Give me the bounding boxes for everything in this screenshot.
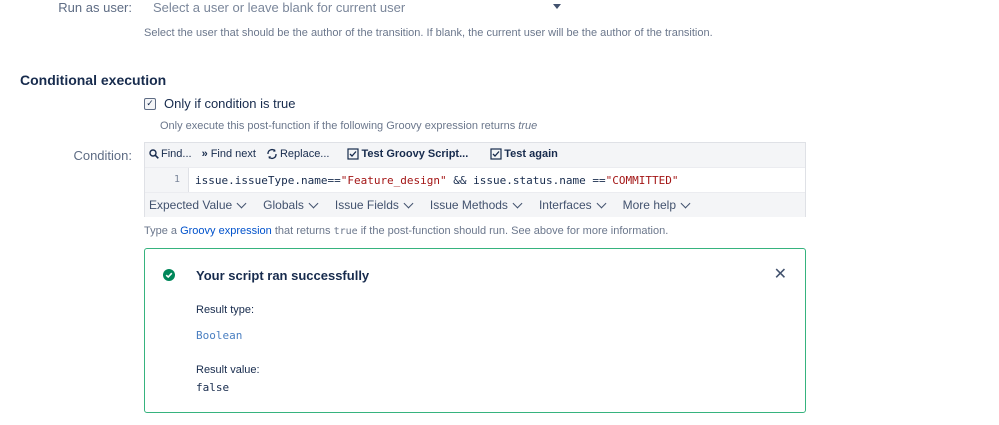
run-as-user-help: Select the user that should be the autho… bbox=[144, 27, 713, 39]
menu-label: Globals bbox=[263, 198, 304, 212]
run-as-user-placeholder: Select a user or leave blank for current… bbox=[153, 0, 406, 15]
menu-expected-value[interactable]: Expected Value bbox=[149, 198, 247, 212]
find-label: Find... bbox=[161, 148, 192, 160]
result-title: Your script ran successfully bbox=[196, 268, 370, 283]
result-type-label: Result type: bbox=[196, 304, 255, 316]
menu-label: Issue Methods bbox=[429, 198, 508, 212]
chevron-down-icon[interactable] bbox=[553, 4, 561, 9]
condition-help-text: Type a bbox=[144, 225, 181, 237]
script-result-panel: Your script ran successfully ✕ Result ty… bbox=[144, 248, 806, 413]
menu-label: Issue Fields bbox=[334, 198, 399, 212]
menu-more-help[interactable]: More help bbox=[622, 198, 691, 212]
condition-help-text: if the post-function should run. See abo… bbox=[357, 225, 669, 237]
condition-help: Type a Groovy expression that returns tr… bbox=[144, 225, 668, 237]
chevron-down-icon bbox=[308, 198, 319, 208]
double-chevron-right-icon: » bbox=[201, 148, 208, 160]
chevron-down-icon bbox=[680, 198, 691, 208]
search-icon bbox=[149, 149, 159, 159]
condition-help-code: true bbox=[333, 226, 358, 237]
menu-issue-methods[interactable]: Issue Methods bbox=[429, 198, 523, 212]
condition-code-editor[interactable]: Find... » Find next Replace... Test Groo… bbox=[144, 142, 806, 217]
chevron-down-icon bbox=[512, 198, 523, 208]
chevron-down-icon bbox=[236, 198, 247, 208]
only-if-condition-checkbox[interactable]: ✓ bbox=[144, 97, 156, 110]
run-as-user-label: Run as user: bbox=[58, 0, 132, 15]
run-as-user-select[interactable]: Select a user or leave blank for current… bbox=[143, 0, 561, 20]
test-groovy-script-label: Test Groovy Script... bbox=[361, 148, 469, 160]
code-string: "Feature_design" bbox=[340, 173, 447, 187]
code-part: && issue.status.name == bbox=[446, 173, 606, 187]
menu-globals[interactable]: Globals bbox=[263, 198, 319, 212]
condition-toggle-help: Only execute this post-function if the f… bbox=[160, 120, 537, 132]
only-if-condition-label: Only if condition is true bbox=[164, 96, 296, 111]
condition-label: Condition: bbox=[73, 148, 132, 163]
test-groovy-script-button[interactable]: Test Groovy Script... bbox=[347, 148, 468, 160]
find-next-label: Find next bbox=[210, 148, 256, 160]
only-if-condition-checkbox-row[interactable]: ✓ Only if condition is true bbox=[144, 96, 296, 111]
replace-label: Replace... bbox=[279, 148, 330, 160]
find-button[interactable]: Find... bbox=[149, 148, 192, 160]
checkbox-test-again-icon bbox=[490, 148, 502, 160]
code-part: issue.issueType.name== bbox=[195, 173, 341, 187]
result-type-value: Boolean bbox=[196, 329, 243, 342]
test-again-button[interactable]: Test again bbox=[490, 148, 558, 160]
find-next-button[interactable]: » Find next bbox=[202, 148, 256, 160]
code-string: "COMMITTED" bbox=[605, 173, 679, 187]
code-line[interactable]: 1 issue.issueType.name=="Feature_design"… bbox=[145, 167, 805, 193]
replace-button[interactable]: Replace... bbox=[266, 148, 330, 160]
line-number: 1 bbox=[145, 168, 189, 192]
editor-toolbar: Find... » Find next Replace... Test Groo… bbox=[145, 143, 805, 165]
menu-interfaces[interactable]: Interfaces bbox=[538, 198, 607, 212]
condition-help-text: that returns bbox=[271, 225, 334, 237]
chevron-down-icon bbox=[596, 198, 607, 208]
result-value-label: Result value: bbox=[196, 364, 260, 376]
groovy-expression-link[interactable]: Groovy expression bbox=[180, 225, 272, 237]
section-title-conditional-execution: Conditional execution bbox=[20, 72, 167, 88]
chevron-down-icon bbox=[403, 198, 414, 208]
test-again-label: Test again bbox=[504, 148, 558, 160]
checkbox-test-icon bbox=[347, 148, 360, 160]
condition-toggle-help-em: true bbox=[518, 120, 538, 132]
menu-label: Interfaces bbox=[538, 198, 592, 212]
editor-help-menubar: Expected Value Globals Issue Fields Issu… bbox=[145, 193, 805, 217]
code-text[interactable]: issue.issueType.name=="Feature_design" &… bbox=[189, 174, 678, 187]
menu-label: Expected Value bbox=[149, 198, 233, 212]
menu-issue-fields[interactable]: Issue Fields bbox=[334, 198, 414, 212]
refresh-icon bbox=[267, 149, 277, 159]
success-check-icon bbox=[163, 269, 175, 281]
condition-toggle-help-text: Only execute this post-function if the f… bbox=[160, 120, 519, 132]
result-value: false bbox=[196, 381, 230, 394]
close-icon[interactable]: ✕ bbox=[774, 267, 787, 283]
menu-label: More help bbox=[622, 198, 677, 212]
